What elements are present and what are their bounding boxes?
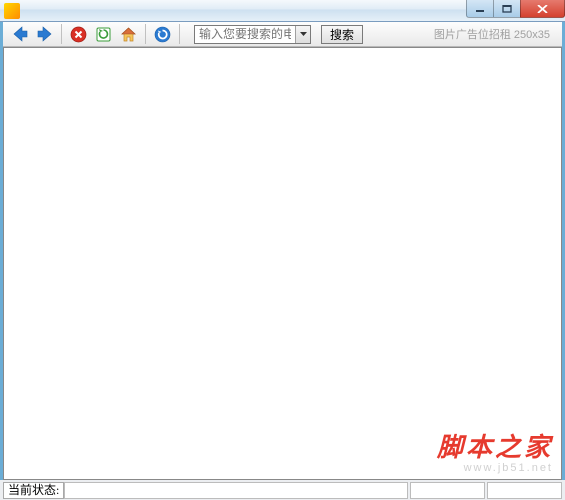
forward-arrow-icon: [36, 25, 54, 43]
close-button[interactable]: [520, 0, 565, 18]
close-icon: [537, 5, 548, 13]
search-combobox[interactable]: [194, 25, 311, 44]
maximize-icon: [502, 5, 512, 13]
separator: [179, 24, 180, 44]
status-box-1: [410, 482, 485, 499]
statusbar: 当前状态:: [0, 480, 565, 500]
status-box-2: [487, 482, 562, 499]
search-input[interactable]: [195, 26, 295, 43]
app-icon: [4, 3, 20, 19]
content-area: [3, 47, 562, 480]
window-controls: [467, 0, 565, 18]
search-button[interactable]: 搜索: [321, 25, 363, 44]
status-text-field: [64, 482, 408, 499]
separator: [145, 24, 146, 44]
stop-icon: [70, 26, 87, 43]
minimize-icon: [475, 5, 485, 13]
minimize-button[interactable]: [466, 0, 494, 18]
maximize-button[interactable]: [493, 0, 521, 18]
search-dropdown-button[interactable]: [295, 26, 310, 43]
toolbar: 搜索 图片广告位招租 250x35: [3, 22, 562, 47]
refresh-icon: [95, 26, 112, 43]
stop-button[interactable]: [68, 24, 89, 45]
status-label: 当前状态:: [3, 482, 64, 499]
separator: [61, 24, 62, 44]
forward-button[interactable]: [34, 24, 55, 45]
back-button[interactable]: [9, 24, 30, 45]
home-icon: [120, 26, 137, 43]
window-titlebar[interactable]: [0, 0, 565, 22]
back-arrow-icon: [11, 25, 29, 43]
chevron-down-icon: [300, 32, 307, 36]
ad-placeholder-text: 图片广告位招租 250x35: [434, 26, 556, 42]
reload-circle-icon: [154, 26, 171, 43]
home-button[interactable]: [118, 24, 139, 45]
refresh-button[interactable]: [93, 24, 114, 45]
reload-button[interactable]: [152, 24, 173, 45]
